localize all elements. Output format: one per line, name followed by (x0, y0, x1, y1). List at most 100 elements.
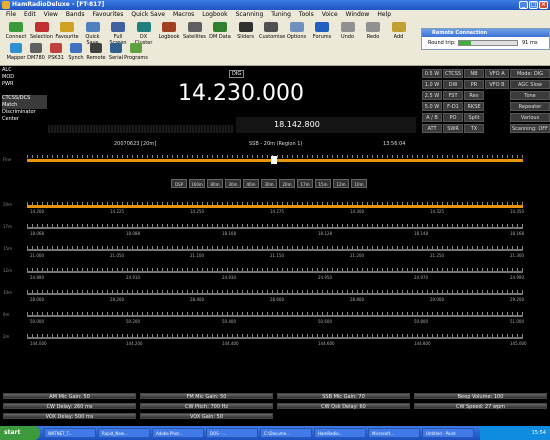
slider-ssb-mic-gain-70[interactable]: SSB Mic Gain: 70 (277, 393, 410, 400)
radio-button-ctcss[interactable]: CTCSS (443, 69, 463, 78)
toolbar-button-connect[interactable]: Connect (4, 22, 28, 42)
menu-item-quick-save[interactable]: Quick Save (131, 10, 165, 19)
band-scale-line[interactable] (27, 249, 523, 251)
radio-button-att[interactable]: ATT (422, 124, 442, 133)
radio-button-pr[interactable]: PR (464, 80, 484, 89)
toolbar-button-customise[interactable]: Customise (259, 22, 285, 42)
radio-button-po[interactable]: PO (443, 113, 463, 122)
radio-button-tx[interactable]: TX (464, 124, 484, 133)
band-scale-line[interactable] (27, 293, 523, 295)
taskbar-button[interactable]: C:\Docume... (260, 428, 312, 438)
band-button-17m[interactable]: 17m (297, 179, 313, 188)
menu-item-file[interactable]: File (6, 10, 16, 19)
toolbar-button-full-screen[interactable]: Full Screen (106, 22, 130, 46)
toolbar-button-favourite[interactable]: Favourite (55, 22, 79, 42)
maximize-button[interactable]: □ (529, 1, 538, 9)
menu-item-help[interactable]: Help (377, 10, 391, 19)
radio-button-2-5-w[interactable]: 2.5 W (422, 91, 442, 100)
band-scale-line[interactable] (27, 227, 523, 229)
menu-item-edit[interactable]: Edit (24, 10, 36, 19)
toolbar-button-satellites[interactable]: Satellites (183, 22, 207, 42)
slider-cw-pitch-700-hz[interactable]: CW Pitch: 700 Hz (140, 403, 273, 410)
menu-item-bands[interactable]: Bands (66, 10, 85, 19)
taskbar-button[interactable]: DOS - ... (206, 428, 258, 438)
menu-item-logbook[interactable]: Logbook (202, 10, 227, 19)
band-button-dsp[interactable]: DSP (171, 179, 187, 188)
slider-cw-speed-27-wpm[interactable]: CW Speed: 27 wpm (414, 403, 547, 410)
toolbar-button-undo[interactable]: Undo (336, 22, 360, 42)
toolbar-button-options[interactable]: Options (285, 22, 309, 42)
radio-button-rkse[interactable]: RKSE (464, 102, 484, 111)
radio-button-swr[interactable]: SWR (443, 124, 463, 133)
band-button-160m[interactable]: 160m (189, 179, 205, 188)
radio-button-repeater[interactable]: Repeater (510, 102, 550, 111)
radio-button-vfo-a[interactable]: VFO A (485, 69, 509, 78)
radio-button-a-b[interactable]: A / B (422, 113, 442, 122)
menu-item-voice[interactable]: Voice (322, 10, 338, 19)
slider-beep-volume-100[interactable]: Beep Volume: 100 (414, 393, 547, 400)
radio-button-rev[interactable]: Rev (464, 91, 484, 100)
close-button[interactable]: × (539, 1, 548, 9)
radio-button-f-d1[interactable]: F-D1 (443, 102, 463, 111)
band-scale-line[interactable] (27, 315, 523, 317)
band-scale-line[interactable] (27, 271, 523, 273)
taskbar-button[interactable]: WATNET_T... (44, 428, 96, 438)
taskbar-button[interactable]: Rapid_New... (98, 428, 150, 438)
toolbar-button-programs[interactable]: Programs (124, 43, 148, 63)
radio-button-0-5-w[interactable]: 0.5 W (422, 69, 442, 78)
band-button-20m[interactable]: 20m (279, 179, 295, 188)
menu-item-view[interactable]: View (44, 10, 58, 19)
taskbar-button[interactable]: Adobe Phot... (152, 428, 204, 438)
band-button-15m[interactable]: 15m (315, 179, 331, 188)
menu-item-favourites[interactable]: Favourites (92, 10, 123, 19)
radio-button-agc-slow[interactable]: AGC Slow (510, 80, 550, 89)
slider-am-mic-gain-50[interactable]: AM Mic Gain: 50 (3, 393, 136, 400)
band-button-10m[interactable]: 10m (351, 179, 367, 188)
minimize-button[interactable]: _ (519, 1, 528, 9)
menu-item-tuning[interactable]: Tuning (271, 10, 291, 19)
slider-cw-delay-260-ms[interactable]: CW Delay: 260 ms (3, 403, 136, 410)
slider-fm-mic-gain-50[interactable]: FM Mic Gain: 50 (140, 393, 273, 400)
radio-button-tone[interactable]: Tone (510, 91, 550, 100)
radio-button-vfo-b[interactable]: VFO B (485, 80, 509, 89)
menu-item-macros[interactable]: Macros (173, 10, 194, 19)
menu-item-window[interactable]: Window (346, 10, 370, 19)
radio-button-various[interactable]: Various (510, 113, 550, 122)
menu-item-scanning[interactable]: Scanning (236, 10, 264, 19)
toolbar-button-add[interactable]: Add (387, 22, 411, 42)
band-button-30m[interactable]: 30m (261, 179, 277, 188)
band-scale-line[interactable] (27, 205, 523, 208)
slider-vox-gain-50[interactable]: VOX Gain: 50 (140, 413, 273, 420)
toolbar-button-logbook[interactable]: Logbook (157, 22, 181, 42)
band-scale-line[interactable] (27, 337, 523, 339)
band-button-80m[interactable]: 80m (207, 179, 223, 188)
band-button-30m[interactable]: 30m (225, 179, 241, 188)
toolbar-button-forums[interactable]: Forums (310, 22, 334, 42)
taskbar-button[interactable]: Untitled - Paint (422, 428, 474, 438)
radio-button-split[interactable]: Split (464, 113, 484, 122)
radio-button-fst[interactable]: FST (443, 91, 463, 100)
start-button[interactable]: start (0, 426, 40, 440)
toolbar-button-selection[interactable]: Selection (30, 22, 54, 42)
main-frequency[interactable]: 14.230.000 (178, 81, 304, 106)
radio-button-dw[interactable]: DW (443, 80, 463, 89)
toolbar-button-quick-save[interactable]: Quick Save (81, 22, 105, 46)
slider-vox-delay-500-ms[interactable]: VOX Delay: 500 ms (3, 413, 136, 420)
toolbar-button-dx-cluster[interactable]: DX Cluster (132, 22, 156, 46)
band-button-40m[interactable]: 40m (243, 179, 259, 188)
taskbar-button[interactable]: Microsoft... (368, 428, 420, 438)
radio-button-mode-dig[interactable]: Mode: DIG (510, 69, 550, 78)
menu-item-tools[interactable]: Tools (299, 10, 314, 19)
band-button-12m[interactable]: 12m (333, 179, 349, 188)
toolbar-button-sliders[interactable]: Sliders (234, 22, 258, 42)
toolbar-button-redo[interactable]: Redo (361, 22, 385, 42)
toolbar-button-dm-data[interactable]: DM Data (208, 22, 232, 42)
radio-button-1-0-w[interactable]: 1.0 W (422, 80, 442, 89)
radio-button-nb[interactable]: NB (464, 69, 484, 78)
radio-button-scanning-off[interactable]: Scanning: OFF (510, 124, 550, 133)
radio-button-5-0-w[interactable]: 5.0 W (422, 102, 442, 111)
sub-frequency[interactable]: 18.142.800 (236, 117, 416, 133)
taskbar-button[interactable]: HamRadio... (314, 428, 366, 438)
slider-cw-qsk-delay-60[interactable]: CW Qsk Delay: 60 (277, 403, 410, 410)
tuning-marker[interactable] (271, 156, 277, 164)
